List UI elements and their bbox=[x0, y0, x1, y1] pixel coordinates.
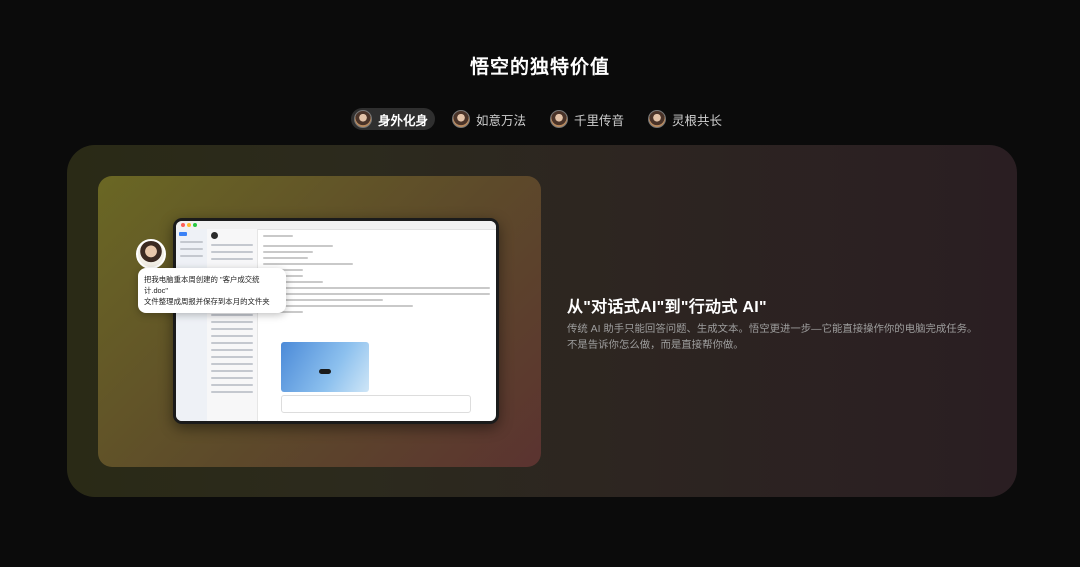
app-sidebar bbox=[176, 229, 207, 421]
feature-card: 把我电脑重本周创建的 "客户成交统计.doc" 文件整理成周报并保存到本月的文件… bbox=[67, 145, 1017, 497]
tab-ruyi-wanfa[interactable]: 如意万法 bbox=[449, 108, 533, 130]
avatar-icon bbox=[550, 110, 568, 128]
avatar-icon bbox=[451, 110, 470, 128]
tab-qianli-chuanyin[interactable]: 千里传音 bbox=[547, 108, 631, 130]
view-button bbox=[319, 369, 331, 374]
avatar-icon bbox=[353, 110, 372, 128]
tab-label: 如意万法 bbox=[475, 113, 526, 128]
tab-linggen-gongzhang[interactable]: 灵根共长 bbox=[645, 108, 729, 130]
feature-heading: 从"对话式AI"到"行动式 AI" bbox=[567, 299, 767, 316]
avatar-icon bbox=[648, 110, 667, 128]
laptop-mockup-image bbox=[173, 218, 499, 424]
feature-description: 传统 AI 助手只能回答问题、生成文本。悟空更进一步—它能直接操作你的电脑完成任… bbox=[567, 324, 978, 351]
app-task-list bbox=[207, 229, 258, 421]
window-controls bbox=[181, 223, 197, 227]
chat-bubble-line: 把我电脑重本周创建的 "客户成交统计.doc" bbox=[144, 275, 260, 295]
tab-label: 灵根共长 bbox=[672, 113, 723, 128]
app-screenshot bbox=[176, 221, 496, 421]
page-title: 悟空的独特价值 bbox=[469, 57, 610, 78]
feature-tabs: 身外化身 如意万法 千里传音 灵根共长 bbox=[0, 108, 1080, 130]
tab-label: 千里传音 bbox=[574, 113, 625, 128]
user-avatar bbox=[136, 239, 166, 269]
app-chat-area bbox=[257, 229, 496, 421]
chat-input-box bbox=[281, 395, 471, 413]
chat-bubble-line: 文件整理成周报并保存到本月的文件夹 bbox=[144, 297, 270, 306]
report-preview-card bbox=[281, 342, 369, 392]
demo-panel: 把我电脑重本周创建的 "客户成交统计.doc" 文件整理成周报并保存到本月的文件… bbox=[98, 176, 541, 467]
chat-bubble: 把我电脑重本周创建的 "客户成交统计.doc" 文件整理成周报并保存到本月的文件… bbox=[138, 268, 286, 313]
tab-label: 身外化身 bbox=[377, 113, 428, 128]
tab-shenwai-huashen[interactable]: 身外化身 bbox=[350, 108, 435, 130]
